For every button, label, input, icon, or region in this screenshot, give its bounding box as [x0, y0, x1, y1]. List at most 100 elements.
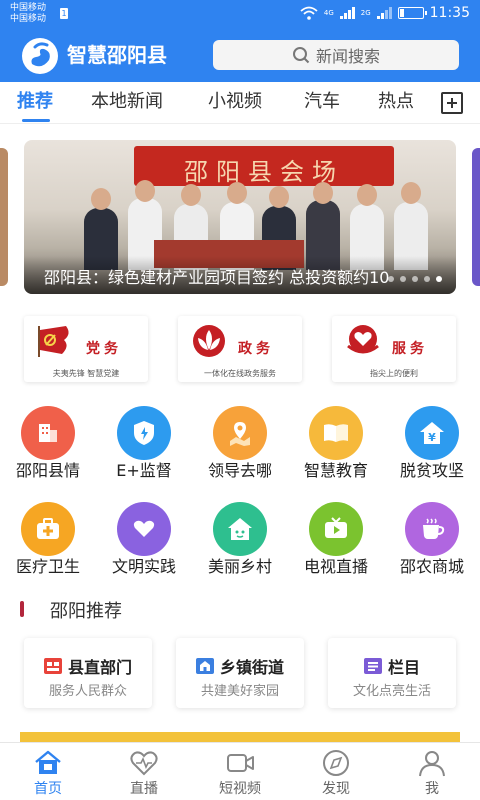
- grid-item-village[interactable]: 美丽乡村: [192, 496, 288, 586]
- house-yen-icon: ¥: [405, 406, 459, 460]
- home-icon: [35, 750, 61, 774]
- services-title: 服务: [392, 341, 428, 357]
- building-icon: [21, 406, 75, 460]
- tab-recommend[interactable]: 推荐: [17, 90, 53, 114]
- section-title: 邵阳推荐: [50, 601, 122, 622]
- nav-live[interactable]: 直播: [96, 743, 192, 800]
- grid-label: 美丽乡村: [207, 557, 272, 576]
- add-tab-icon[interactable]: [441, 92, 463, 114]
- gov-affairs-card[interactable]: 政务 一体化在线政务服务: [178, 316, 302, 382]
- nav-short-video-label: 短视频: [219, 781, 261, 797]
- nav-discover[interactable]: 发现: [288, 743, 384, 800]
- location-icon: [213, 406, 267, 460]
- shield-icon: [117, 406, 171, 460]
- town-icon: [195, 658, 214, 674]
- grid-item-poverty[interactable]: ¥ 脱贫攻坚: [384, 400, 480, 490]
- nav-discover-label: 发现: [322, 781, 350, 797]
- promo-banner-edge[interactable]: [20, 732, 460, 742]
- search-icon: [292, 47, 310, 64]
- column-icon: [363, 658, 382, 674]
- heart-live-icon: [130, 751, 158, 776]
- grid-item-civilization[interactable]: 文明实践: [96, 496, 192, 586]
- grid-item-mall[interactable]: 邵农商城: [384, 496, 480, 586]
- banner-prev-peek[interactable]: [0, 148, 8, 286]
- lotus-icon: [193, 325, 225, 357]
- grid-label: 医疗卫生: [15, 557, 80, 576]
- banner-slide[interactable]: 邵阳县会场 邵阳县：绿色建材产业园项目签约 总投资额约10: [24, 140, 456, 294]
- tab-hot[interactable]: 热点: [378, 90, 414, 114]
- nav-live-label: 直播: [130, 781, 158, 797]
- active-tab-indicator: [22, 119, 50, 122]
- network-2-label: 2G: [360, 9, 371, 17]
- gov-affairs-subtitle: 一体化在线政务服务: [204, 369, 276, 378]
- service-cards: 党务 夫夷先锋 智慧党建 政务 一体化在线政务服务 服务 指尖上的便利: [0, 310, 480, 390]
- nav-me[interactable]: 我: [384, 743, 480, 800]
- video-camera-icon: [227, 754, 254, 772]
- banner-caption-bar: 邵阳县：绿色建材产业园项目签约 总投资额约10: [24, 256, 456, 294]
- county-departments-title: 县直部门: [67, 658, 132, 677]
- town-streets-card[interactable]: 乡镇街道 共建美好家园: [176, 638, 304, 708]
- grid-label: 邵阳县情: [15, 461, 80, 480]
- county-departments-card[interactable]: 县直部门 服务人民群众: [24, 638, 152, 708]
- status-bar: 中国移动 中国移动 1 4G 2G 11:35: [0, 0, 480, 30]
- nav-home-label: 首页: [34, 781, 62, 797]
- carousel-dots: [388, 276, 442, 282]
- grid-item-medical[interactable]: 医疗卫生: [0, 496, 96, 586]
- svg-text:¥: ¥: [428, 431, 436, 444]
- sim-badge: 1: [60, 8, 68, 19]
- app-header: 智慧邵阳县 新闻搜索: [0, 30, 480, 82]
- signal-1-icon: [339, 7, 355, 19]
- grid-item-county-info[interactable]: 邵阳县情: [0, 400, 96, 490]
- carousel-dot[interactable]: [436, 276, 442, 282]
- carrier-info: 中国移动 中国移动: [10, 3, 46, 25]
- party-affairs-card[interactable]: 党务 夫夷先锋 智慧党建: [24, 316, 148, 382]
- search-box[interactable]: 新闻搜索: [213, 40, 459, 70]
- banner-caption: 邵阳县：绿色建材产业园项目签约 总投资额约10: [44, 268, 390, 287]
- search-placeholder: 新闻搜索: [315, 47, 380, 66]
- nav-short-video[interactable]: 短视频: [192, 743, 288, 800]
- app-logo-icon: [22, 38, 58, 74]
- columns-subtitle: 文化点亮生活: [352, 684, 431, 699]
- banner-next-peek[interactable]: [472, 148, 480, 286]
- columns-card[interactable]: 栏目 文化点亮生活: [328, 638, 456, 708]
- grid-item-leaders[interactable]: 领导去哪: [192, 400, 288, 490]
- section-header: 邵阳推荐: [0, 596, 480, 624]
- gov-affairs-title: 政务: [238, 341, 274, 357]
- tab-local-news[interactable]: 本地新闻: [91, 90, 163, 114]
- bottom-nav: 首页 直播 短视频 发现 我: [0, 742, 480, 800]
- cup-icon: [405, 502, 459, 556]
- person-icon: [419, 751, 445, 777]
- department-icon: [43, 658, 62, 674]
- grid-label: 邵农商城: [399, 557, 464, 576]
- grid-label: E+监督: [116, 461, 172, 480]
- section-accent-bar: [20, 601, 24, 617]
- carousel-dot[interactable]: [424, 276, 430, 282]
- feature-grid: 邵阳县情 E+监督 领导去哪 智慧教育 ¥ 脱贫攻坚 医疗卫生 文明实践 美丽乡…: [0, 400, 480, 586]
- signal-2-icon: [376, 7, 392, 19]
- nav-me-label: 我: [425, 781, 439, 797]
- carousel-dot[interactable]: [388, 276, 394, 282]
- nav-home[interactable]: 首页: [0, 743, 96, 800]
- carrier-2: 中国移动: [10, 14, 47, 24]
- wifi-icon: [300, 6, 318, 20]
- village-icon: [213, 502, 267, 556]
- grid-item-supervision[interactable]: E+监督: [96, 400, 192, 490]
- compass-icon: [323, 750, 349, 776]
- carousel-dot[interactable]: [400, 276, 406, 282]
- tv-icon: [309, 502, 363, 556]
- grid-item-education[interactable]: 智慧教育: [288, 400, 384, 490]
- county-departments-subtitle: 服务人民群众: [48, 684, 127, 699]
- services-card[interactable]: 服务 指尖上的便利: [332, 316, 456, 382]
- network-1-label: 4G: [323, 9, 334, 17]
- town-streets-title: 乡镇街道: [219, 658, 284, 677]
- grid-item-tv-live[interactable]: 电视直播: [288, 496, 384, 586]
- carousel-dot[interactable]: [412, 276, 418, 282]
- app-title: 智慧邵阳县: [67, 43, 167, 67]
- heart-hands-service-icon: [347, 325, 379, 354]
- party-affairs-subtitle: 夫夷先锋 智慧党建: [52, 369, 120, 378]
- category-tabs: 推荐 本地新闻 小视频 汽车 热点: [0, 82, 480, 124]
- tab-auto[interactable]: 汽车: [304, 90, 340, 114]
- medical-kit-icon: [21, 502, 75, 556]
- top-bar: 中国移动 中国移动 1 4G 2G 11:35 智慧邵阳县 新闻搜索: [0, 0, 480, 82]
- tab-short-video[interactable]: 小视频: [208, 90, 262, 114]
